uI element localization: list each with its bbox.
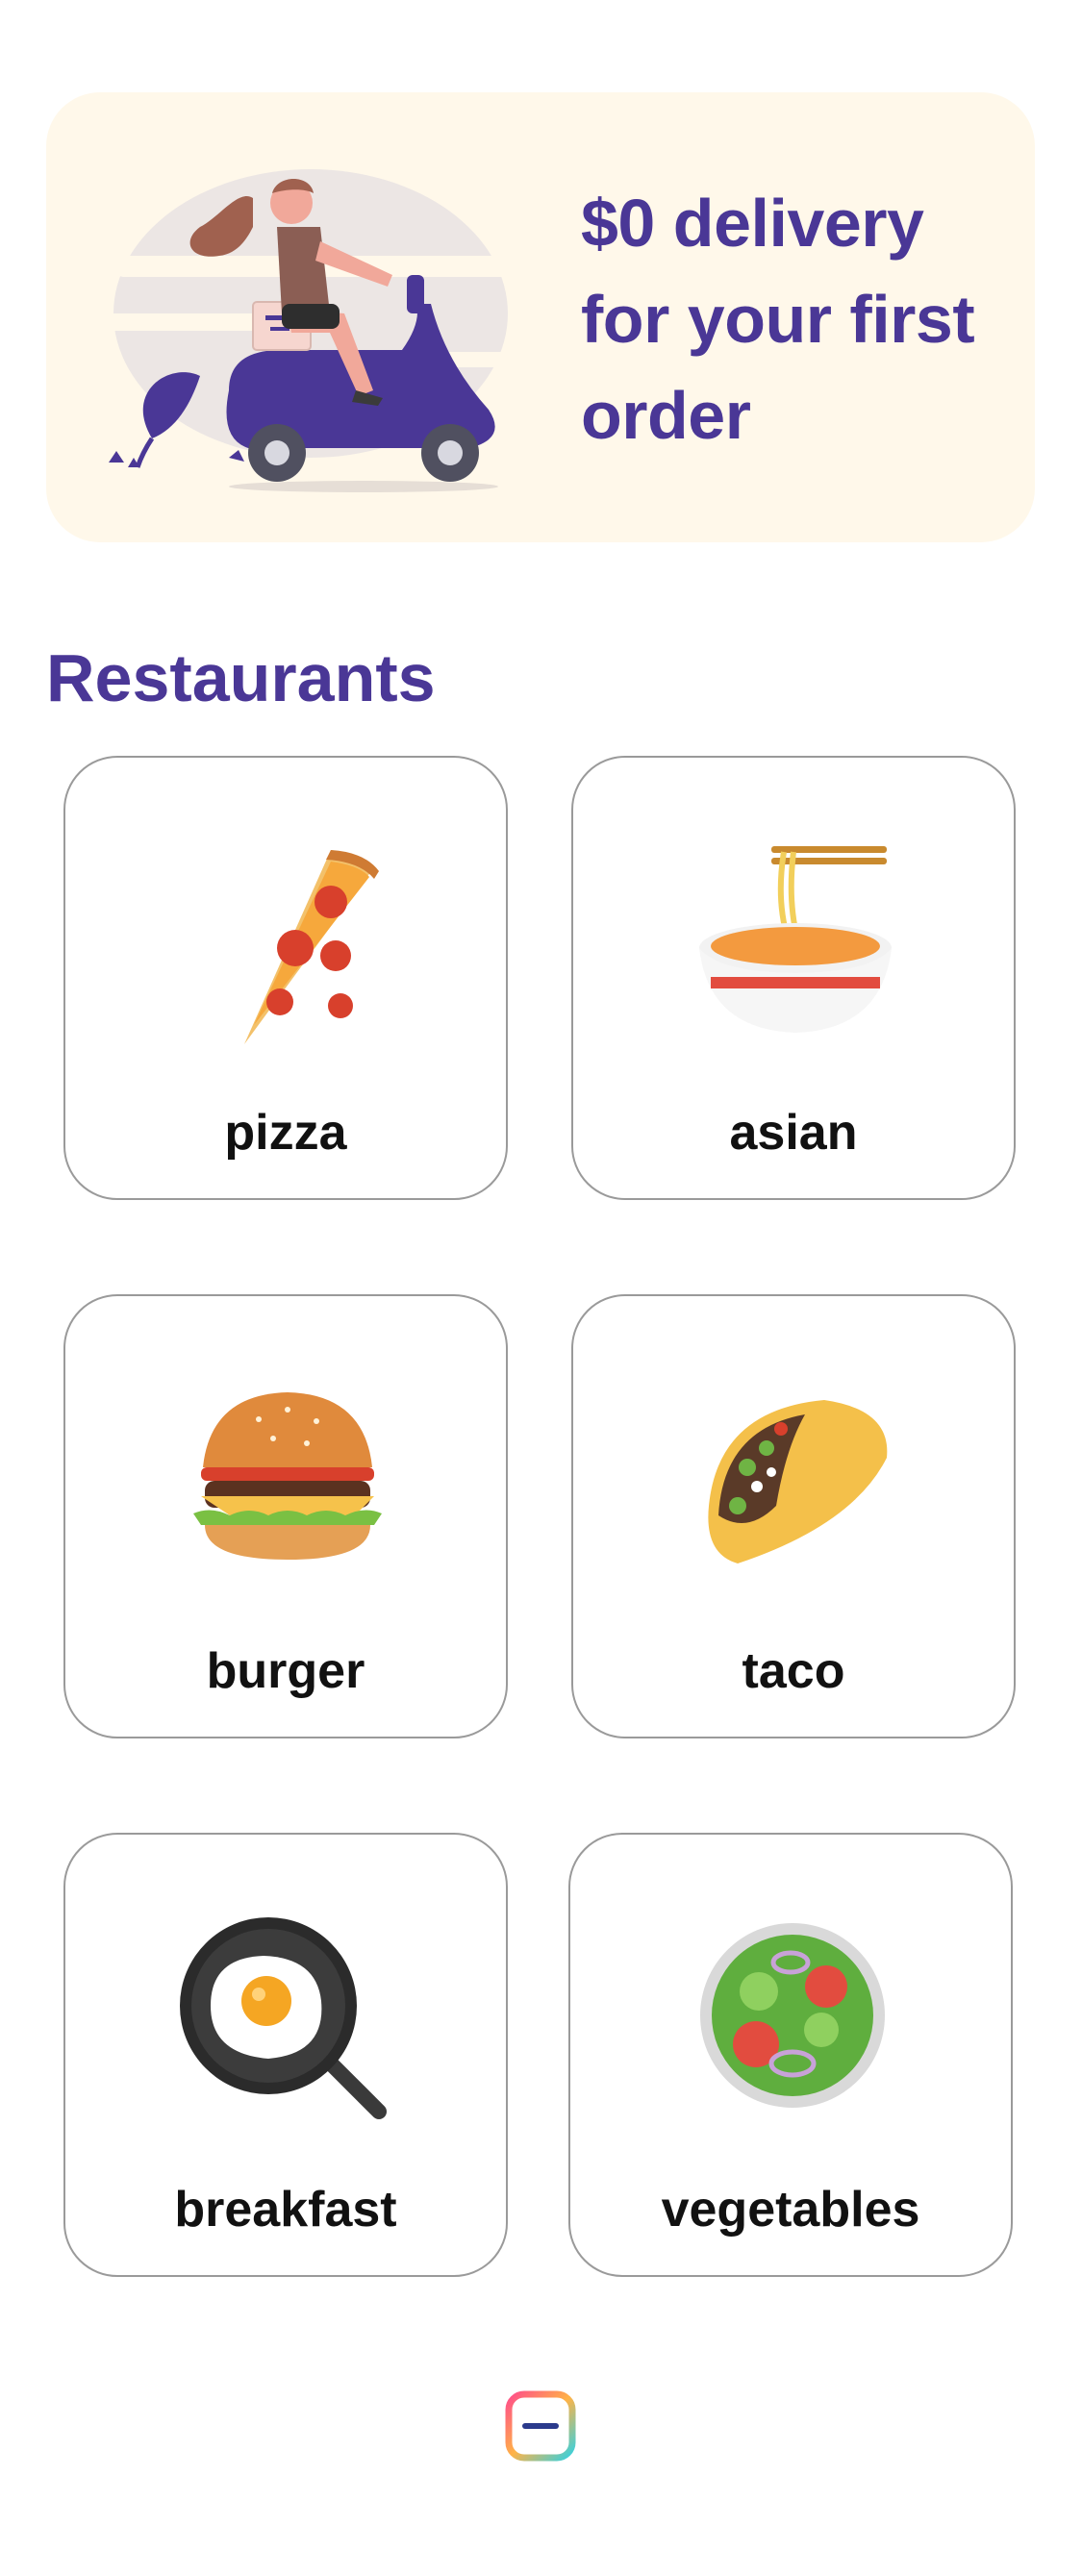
delivery-scooter-illustration — [94, 169, 556, 492]
fried-egg-pan-icon — [180, 1917, 387, 2119]
category-label-burger: burger — [206, 1643, 365, 1699]
noodle-bowl-icon — [699, 846, 892, 1033]
app-logo-icon[interactable] — [505, 2390, 576, 2462]
category-label-taco: taco — [742, 1643, 845, 1699]
restaurants-title: Restaurants — [46, 640, 436, 715]
salad-icon — [700, 1923, 885, 2108]
category-card-breakfast[interactable]: breakfast — [63, 1833, 508, 2277]
category-card-asian[interactable]: asian — [571, 756, 1016, 1200]
promo-headline: $0 delivery for your first order — [581, 186, 975, 453]
category-card-vegetables[interactable]: vegetables — [568, 1833, 1013, 2277]
burger-icon — [193, 1392, 382, 1560]
category-label-asian: asian — [729, 1105, 858, 1161]
category-card-taco[interactable]: taco — [571, 1294, 1016, 1738]
promo-banner[interactable]: $0 delivery for your first order — [46, 92, 1035, 542]
category-label-pizza: pizza — [224, 1105, 347, 1161]
category-card-burger[interactable]: burger — [63, 1294, 508, 1738]
pizza-icon — [244, 850, 379, 1044]
taco-icon — [708, 1400, 888, 1563]
category-card-pizza[interactable]: pizza — [63, 756, 508, 1200]
category-label-breakfast: breakfast — [174, 2182, 397, 2238]
category-label-vegetables: vegetables — [661, 2182, 920, 2238]
